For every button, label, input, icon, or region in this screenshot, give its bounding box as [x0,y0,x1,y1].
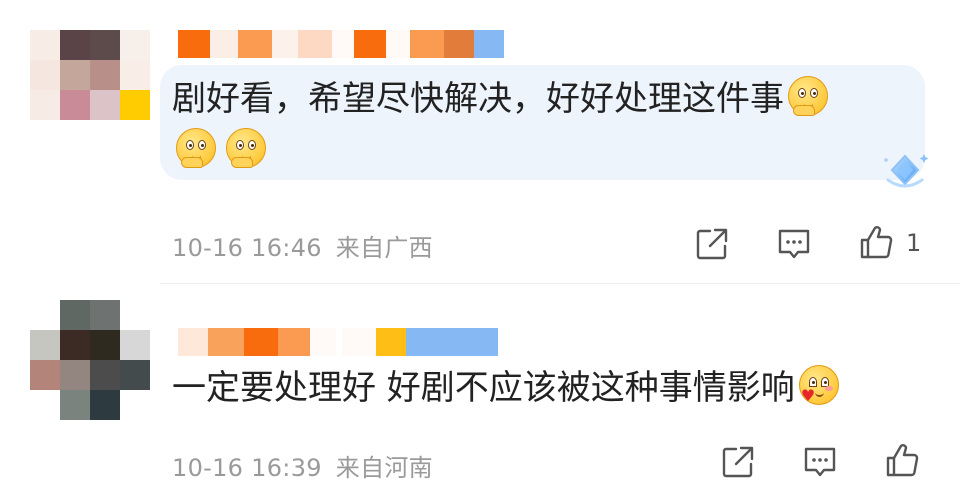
username-pixel [376,328,406,356]
avatar-pixel [60,330,90,360]
avatar-pixel [90,360,120,390]
avatar-pixel [30,60,60,90]
avatar-pixel [30,90,60,120]
username-pixel [178,328,208,356]
divider [160,283,960,284]
avatar-pixel [60,390,90,420]
timestamp: 10-16 16:46 [172,234,322,262]
username-pixel [444,30,474,58]
thinking-face-emoji [226,128,266,168]
location: 来自广西 [335,234,433,262]
avatar-pixel [60,30,90,60]
avatar-pixel [90,30,120,60]
username-pixel [386,30,410,58]
avatar-pixel [60,90,90,120]
avatar[interactable] [30,30,150,120]
avatar-pixel [90,300,120,330]
avatar-pixel [120,60,150,90]
avatar-pixel [60,60,90,90]
avatar-pixel [120,330,150,360]
comment-text: 剧好看，希望尽快解决，好好处理这件事 [172,75,828,123]
timestamp: 10-16 16:39 [172,454,322,482]
avatar-pixel [90,90,120,120]
share-icon[interactable] [720,444,756,480]
username-pixel [406,328,436,356]
avatar-pixel [60,300,90,330]
avatar-pixel [30,390,60,420]
username-pixel [410,30,444,58]
username-pixel [208,328,244,356]
username-pixel [298,30,332,58]
comment-icon[interactable] [802,444,838,480]
username-pixel [474,30,504,58]
comment-text-line2 [172,127,266,175]
username-pixelated[interactable] [178,30,504,58]
username-pixel [354,30,386,58]
share-icon[interactable] [694,226,730,262]
avatar-pixel [120,390,150,420]
username-pixelated[interactable] [178,328,498,356]
comment-text-body: 剧好看，希望尽快解决，好好处理这件事 [172,79,784,119]
avatar[interactable] [30,300,150,420]
comment-meta: 10-16 16:39 来自河南 [172,448,433,483]
comment-text-body: 一定要处理好 好剧不应该被这种事情影响 [172,368,795,408]
comment-text: 一定要处理好 好剧不应该被这种事情影响 ♥ [172,364,839,412]
thumbs-up-icon[interactable] [858,224,894,260]
thinking-face-emoji [788,76,828,116]
avatar-pixel [30,330,60,360]
comment-icon[interactable] [776,226,812,262]
heart-hands-face-emoji: ♥ [798,365,839,405]
username-pixel [342,328,370,356]
username-pixel [178,30,210,58]
username-pixel [244,328,278,356]
avatar-pixel [90,390,120,420]
username-pixel [238,30,272,58]
avatar-pixel [90,330,120,360]
avatar-pixel [120,30,150,60]
avatar-pixel [60,360,90,390]
avatar-pixel [30,300,60,330]
username-pixel [272,30,298,58]
username-pixel [310,328,336,356]
avatar-pixel [120,90,150,120]
username-pixel [436,328,498,356]
avatar-pixel [90,60,120,90]
thumbs-up-icon[interactable] [884,442,920,478]
avatar-pixel [30,360,60,390]
diamond-badge-icon [884,154,929,188]
avatar-pixel [120,300,150,330]
location: 来自河南 [335,454,433,482]
username-pixel [210,30,238,58]
like-count: 1 [906,229,922,257]
avatar-pixel [30,30,60,60]
avatar-pixel [120,360,150,390]
thinking-face-emoji [176,128,216,168]
comment-meta: 10-16 16:46 来自广西 [172,228,433,263]
username-pixel [278,328,310,356]
username-pixel [332,30,354,58]
